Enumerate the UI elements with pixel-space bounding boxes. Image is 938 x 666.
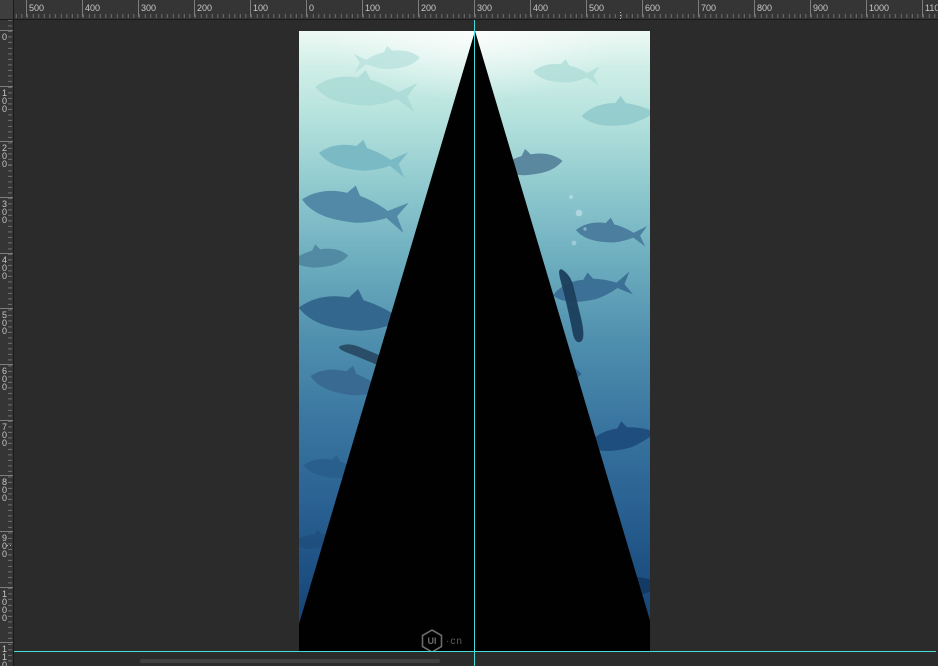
- bubble-silhouette: [583, 227, 586, 230]
- ruler-left-label: 1100: [2, 645, 9, 666]
- guide-vertical[interactable]: [474, 20, 475, 666]
- ruler-left-label: 600: [2, 367, 9, 391]
- design-canvas-window: 5004003002001000100200300400500600700800…: [0, 0, 938, 666]
- ruler-top-label: 200: [197, 3, 212, 13]
- ruler-left-label: 100: [2, 89, 9, 113]
- ruler-left-label: 800: [2, 478, 9, 502]
- ruler-top-label: 500: [29, 3, 44, 13]
- ruler-top-label: 1000: [869, 3, 889, 13]
- ruler-top-minor-ticks: [14, 14, 938, 18]
- fish-silhouette: [353, 43, 421, 73]
- ruler-top-label: 200: [421, 3, 436, 13]
- ruler-top-label: 500: [589, 3, 604, 13]
- fish-silhouette: [314, 65, 418, 112]
- ruler-left-label: 0: [2, 33, 9, 41]
- ruler-top-label: 300: [477, 3, 492, 13]
- ruler-left-label: 300: [2, 200, 9, 224]
- fish-silhouette: [299, 177, 410, 233]
- ruler-left-label: 400: [2, 256, 9, 280]
- ruler-top-label: 800: [757, 3, 772, 13]
- ruler-top[interactable]: 5004003002001000100200300400500600700800…: [14, 0, 938, 20]
- ruler-top-label: 300: [141, 3, 156, 13]
- ruler-top-label: 1100: [925, 3, 938, 13]
- ruler-left[interactable]: 0 100 200 300 400 500 600 700 800 900 1000 1100: [0, 20, 14, 666]
- ruler-left-label: 700: [2, 423, 9, 447]
- fish-silhouette: [533, 57, 601, 86]
- ruler-top-label: 600: [645, 3, 660, 13]
- bubble-silhouette: [576, 210, 583, 217]
- fish-silhouette: [581, 94, 650, 129]
- fish-silhouette: [575, 215, 647, 247]
- fish-silhouette: [317, 134, 409, 178]
- ruler-left-label: 200: [2, 144, 9, 168]
- bubble-silhouette: [569, 195, 573, 199]
- watermark-uicn: UI ·cn: [421, 629, 463, 651]
- ruler-top-label: 0: [309, 3, 314, 13]
- watermark-suffix-text: ·cn: [446, 636, 463, 647]
- bubble-silhouette: [572, 241, 577, 246]
- ruler-left-label: 500: [2, 311, 9, 335]
- ruler-left-minor-ticks: [8, 20, 12, 666]
- ruler-top-label: 900: [813, 3, 828, 13]
- ruler-left-label: 900: [2, 534, 9, 558]
- ruler-cursor-marker-horizontal: [620, 12, 621, 19]
- ruler-origin-corner[interactable]: [0, 0, 14, 20]
- ruler-cursor-marker-vertical: [7, 545, 14, 546]
- guide-horizontal[interactable]: [14, 651, 936, 652]
- fish-silhouette: [299, 241, 349, 272]
- uicn-logo-icon: UI: [421, 629, 443, 651]
- ruler-top-label: 400: [85, 3, 100, 13]
- ruler-top-label: 100: [365, 3, 380, 13]
- ruler-top-label: 100: [253, 3, 268, 13]
- watermark-logo-text: UI: [428, 636, 437, 646]
- horizontal-scrollbar-thumb[interactable]: [140, 659, 440, 663]
- ruler-top-label: 700: [701, 3, 716, 13]
- ruler-left-label: 1000: [2, 590, 9, 622]
- canvas-area[interactable]: UI ·cn: [14, 20, 938, 666]
- ruler-top-label: 400: [533, 3, 548, 13]
